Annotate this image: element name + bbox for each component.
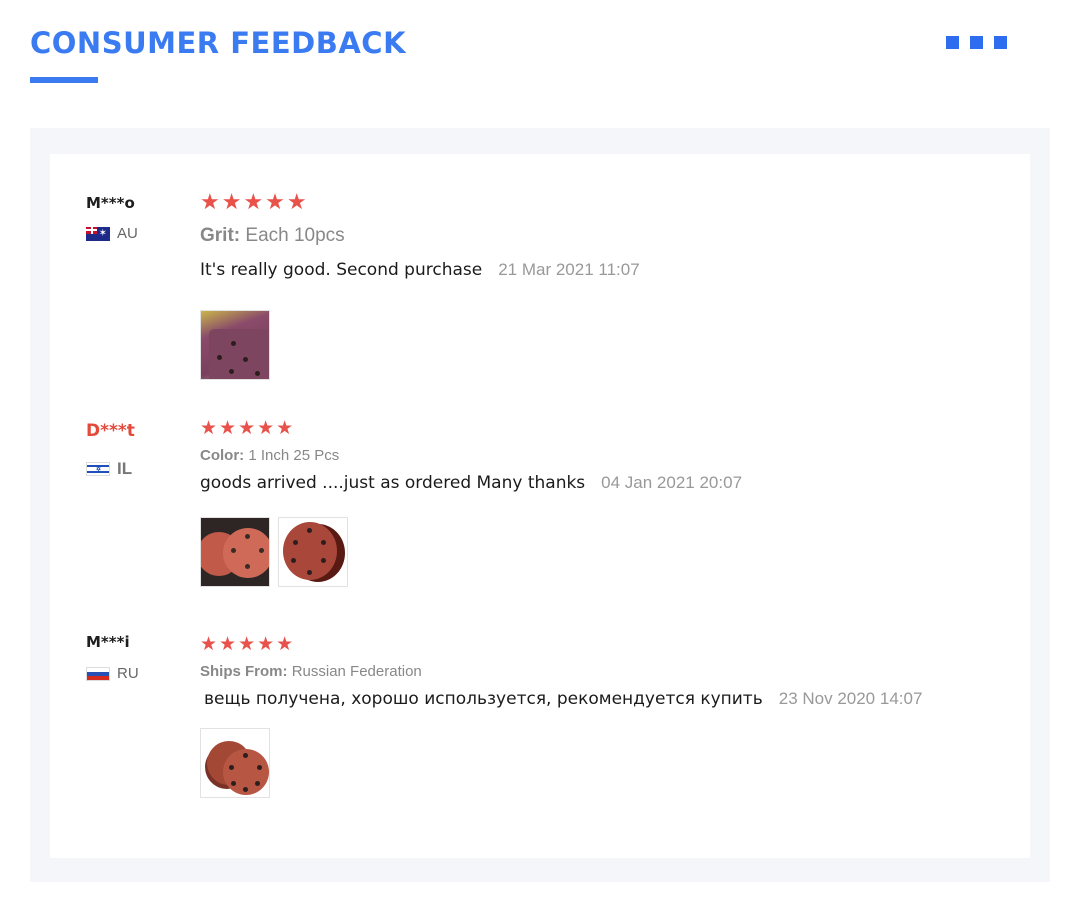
reviewer-country: AU [86,225,138,242]
sku-value: Russian Federation [291,663,422,680]
review-date: 04 Jan 2021 20:07 [601,473,743,492]
sku-key: Grit: [200,225,241,246]
dot [994,36,1007,49]
review-date: 21 Mar 2021 11:07 [498,260,640,279]
sku-key: Color: [200,447,245,464]
australia-flag-icon [86,226,110,241]
israel-flag-icon: ✡ [86,462,110,476]
reviewer-name: M***i [86,633,130,651]
title-underline [30,77,98,83]
star-rating: ★★★★★ [200,189,309,214]
sku-info: Color: 1 Inch 25 Pcs [200,447,339,464]
dot [970,36,983,49]
review-text-line: It's really good. Second purchase 21 Mar … [200,260,640,280]
more-dots-icon[interactable] [946,36,1007,49]
star-rating: ★★★★★ [200,634,296,655]
review-text-line: вещь получена, хорошо используется, реко… [204,689,922,709]
country-code: RU [117,665,139,682]
reviewer-name: M***o [86,194,135,212]
star-rating: ★★★★★ [200,418,296,439]
sku-value: 1 Inch 25 Pcs [248,447,340,464]
review-text: It's really good. Second purchase [200,260,483,280]
sku-key: Ships From: [200,663,288,680]
sku-info: Ships From: Russian Federation [200,663,422,680]
review-date: 23 Nov 2020 14:07 [778,689,923,708]
reviewer-country: ✡ IL [86,459,132,479]
review-photo[interactable] [200,517,270,587]
sku-value: Each 10pcs [245,225,345,246]
reviewer-name: D***t [86,421,135,441]
dot [946,36,959,49]
page-title: CONSUMER FEEDBACK [30,26,407,60]
review-text-line: goods arrived ....just as ordered Many t… [200,473,742,493]
country-code: AU [117,225,138,242]
review-photo[interactable] [200,728,270,798]
feedback-list: M***o AU ★★★★★ Grit: Each 10pcs It's rea… [50,154,1030,858]
russia-flag-icon [86,666,110,681]
review-text: goods arrived ....just as ordered Many t… [200,473,586,493]
review-photo[interactable] [200,310,270,380]
review-text: вещь получена, хорошо используется, реко… [204,689,763,709]
reviewer-country: RU [86,665,139,682]
country-code: IL [117,459,133,478]
sku-info: Grit: Each 10pcs [200,225,345,247]
review-photo[interactable] [278,517,348,587]
